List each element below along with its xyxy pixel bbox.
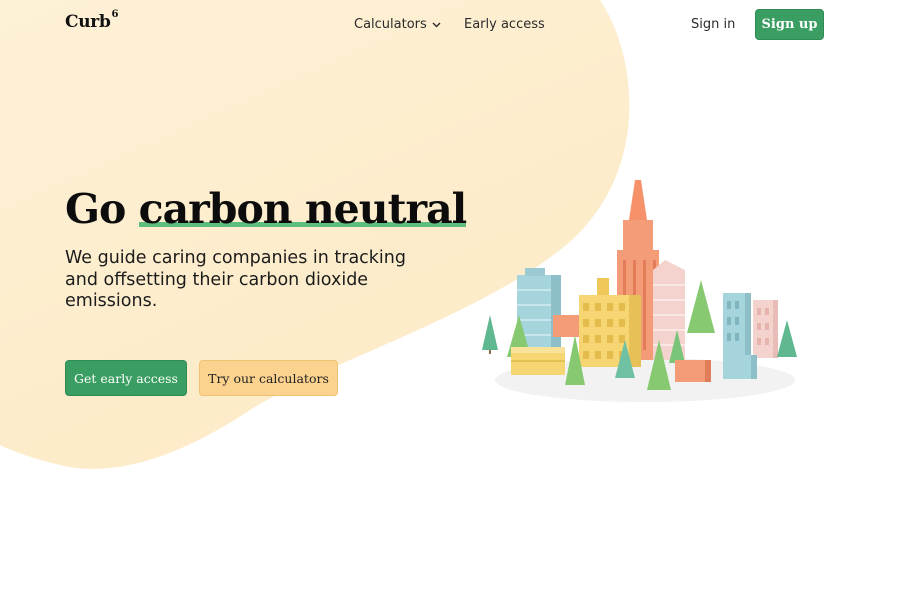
- hero-headline: Go carbon neutral: [65, 180, 468, 238]
- chevron-down-icon: [432, 17, 441, 32]
- nav-early-access[interactable]: Early access: [464, 17, 545, 32]
- salmon-block: [553, 315, 579, 337]
- logo[interactable]: Curb6: [65, 9, 119, 32]
- tree-icon: [482, 315, 498, 354]
- hero-subheadline: We guide caring companies in tracking an…: [65, 248, 406, 311]
- tree-icon: [687, 280, 715, 333]
- logo-text: Curb: [65, 12, 111, 32]
- blue-building-right: [723, 293, 751, 355]
- nav-calculators-label: Calculators: [354, 17, 427, 32]
- headline-highlight: carbon neutral: [138, 180, 468, 238]
- nav-calculators-dropdown[interactable]: Calculators: [354, 17, 441, 32]
- get-early-access-button[interactable]: Get early access: [65, 360, 187, 396]
- pink-building-right: [753, 300, 778, 358]
- hero-heading-wrapper: Go carbon neutral: [65, 180, 468, 238]
- blue-box: [723, 355, 751, 379]
- sign-up-button[interactable]: Sign up: [755, 9, 824, 40]
- headline-prefix: Go: [65, 185, 139, 233]
- salmon-box: [675, 360, 705, 382]
- logo-superscript: 6: [111, 9, 119, 21]
- try-calculators-button[interactable]: Try our calculators: [199, 360, 338, 396]
- headline-highlight-text: carbon neutral: [138, 185, 468, 233]
- sign-in-link[interactable]: Sign in: [691, 17, 735, 32]
- tree-icon: [777, 320, 797, 357]
- top-navigation: Curb6 Calculators Early access Sign in S…: [0, 0, 897, 48]
- isometric-city-illustration: [482, 180, 797, 402]
- yellow-flat-building: [511, 347, 565, 375]
